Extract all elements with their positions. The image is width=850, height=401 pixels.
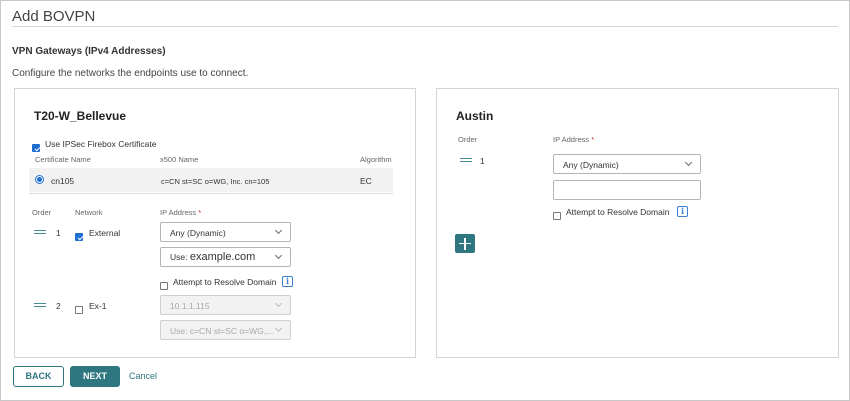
domain-input[interactable] <box>553 180 701 200</box>
use-domain-select-disabled: Use: c=CN st=SC o=WG,... <box>160 320 291 340</box>
drag-handle-icon[interactable] <box>34 303 46 307</box>
back-button[interactable]: BACK <box>13 366 64 387</box>
network-checkbox-ex1[interactable] <box>75 301 83 319</box>
chevron-down-icon <box>684 158 693 167</box>
cert-header-name: Certificate Name <box>35 155 91 164</box>
ip-address-select[interactable]: Any (Dynamic) <box>553 154 701 174</box>
row-order: 1 <box>480 156 485 166</box>
cancel-link[interactable]: Cancel <box>129 371 157 381</box>
gateway-name: Austin <box>456 109 494 123</box>
header-order: Order <box>32 208 52 217</box>
cert-algorithm: EC <box>360 176 372 186</box>
drag-handle-icon[interactable] <box>34 230 46 234</box>
header-order: Order <box>458 135 478 144</box>
section-description: Configure the networks the endpoints use… <box>12 68 249 79</box>
section-title: VPN Gateways (IPv4 Addresses) <box>12 46 166 57</box>
cert-header-x500: x500 Name <box>160 155 199 164</box>
checkbox-unchecked-icon <box>553 212 561 220</box>
header-ip: IP Address * <box>553 135 595 144</box>
checkbox-checked-icon <box>32 144 40 152</box>
chevron-down-icon <box>274 324 283 333</box>
resolve-domain-label: Attempt to Resolve Domain <box>566 207 670 217</box>
info-icon[interactable]: i <box>282 276 293 287</box>
drag-handle-icon[interactable] <box>460 158 472 162</box>
gateway-name: T20-W_Bellevue <box>34 109 127 123</box>
ip-address-select[interactable]: Any (Dynamic) <box>160 222 291 242</box>
add-gateway-button[interactable] <box>455 234 475 253</box>
resolve-domain-label: Attempt to Resolve Domain <box>173 277 277 287</box>
chevron-down-icon <box>274 226 283 235</box>
title-divider <box>12 26 838 27</box>
chevron-down-icon <box>274 299 283 308</box>
network-checkbox-external[interactable] <box>75 228 83 246</box>
row-order: 2 <box>56 301 61 311</box>
header-network: Network <box>75 208 103 217</box>
gateway-card-right: Austin Order IP Address * 1 Any (Dynamic… <box>436 88 839 358</box>
resolve-domain-checkbox[interactable] <box>553 207 561 225</box>
cert-row[interactable]: cn105 c=CN st=SC o=WG, Inc. cn=105 EC <box>29 168 393 192</box>
use-domain-select[interactable]: Use: example.com <box>160 247 291 267</box>
network-label: Ex-1 <box>89 301 107 311</box>
row-order: 1 <box>56 228 61 238</box>
cert-name: cn105 <box>51 176 75 186</box>
resolve-domain-checkbox[interactable] <box>160 277 168 295</box>
gateway-card-left: T20-W_Bellevue Use IPSec Firebox Certifi… <box>14 88 416 358</box>
checkbox-unchecked-icon <box>75 306 83 314</box>
checkbox-unchecked-icon <box>160 282 168 290</box>
chevron-down-icon <box>274 251 283 260</box>
cert-row-divider <box>29 193 393 194</box>
cert-x500: c=CN st=SC o=WG, Inc. cn=105 <box>161 177 270 186</box>
network-label: External <box>89 228 121 238</box>
cert-radio-icon[interactable] <box>35 175 44 184</box>
info-icon[interactable]: i <box>677 206 688 217</box>
ip-address-select-disabled: 10.1.1.115 <box>160 295 291 315</box>
use-cert-label: Use IPSec Firebox Certificate <box>45 139 157 149</box>
page-title: Add BOVPN <box>12 8 96 25</box>
checkbox-checked-icon <box>75 233 83 241</box>
next-button[interactable]: NEXT <box>70 366 120 387</box>
cert-header-algorithm: Algorithm <box>360 155 392 164</box>
header-ip: IP Address * <box>160 208 202 217</box>
